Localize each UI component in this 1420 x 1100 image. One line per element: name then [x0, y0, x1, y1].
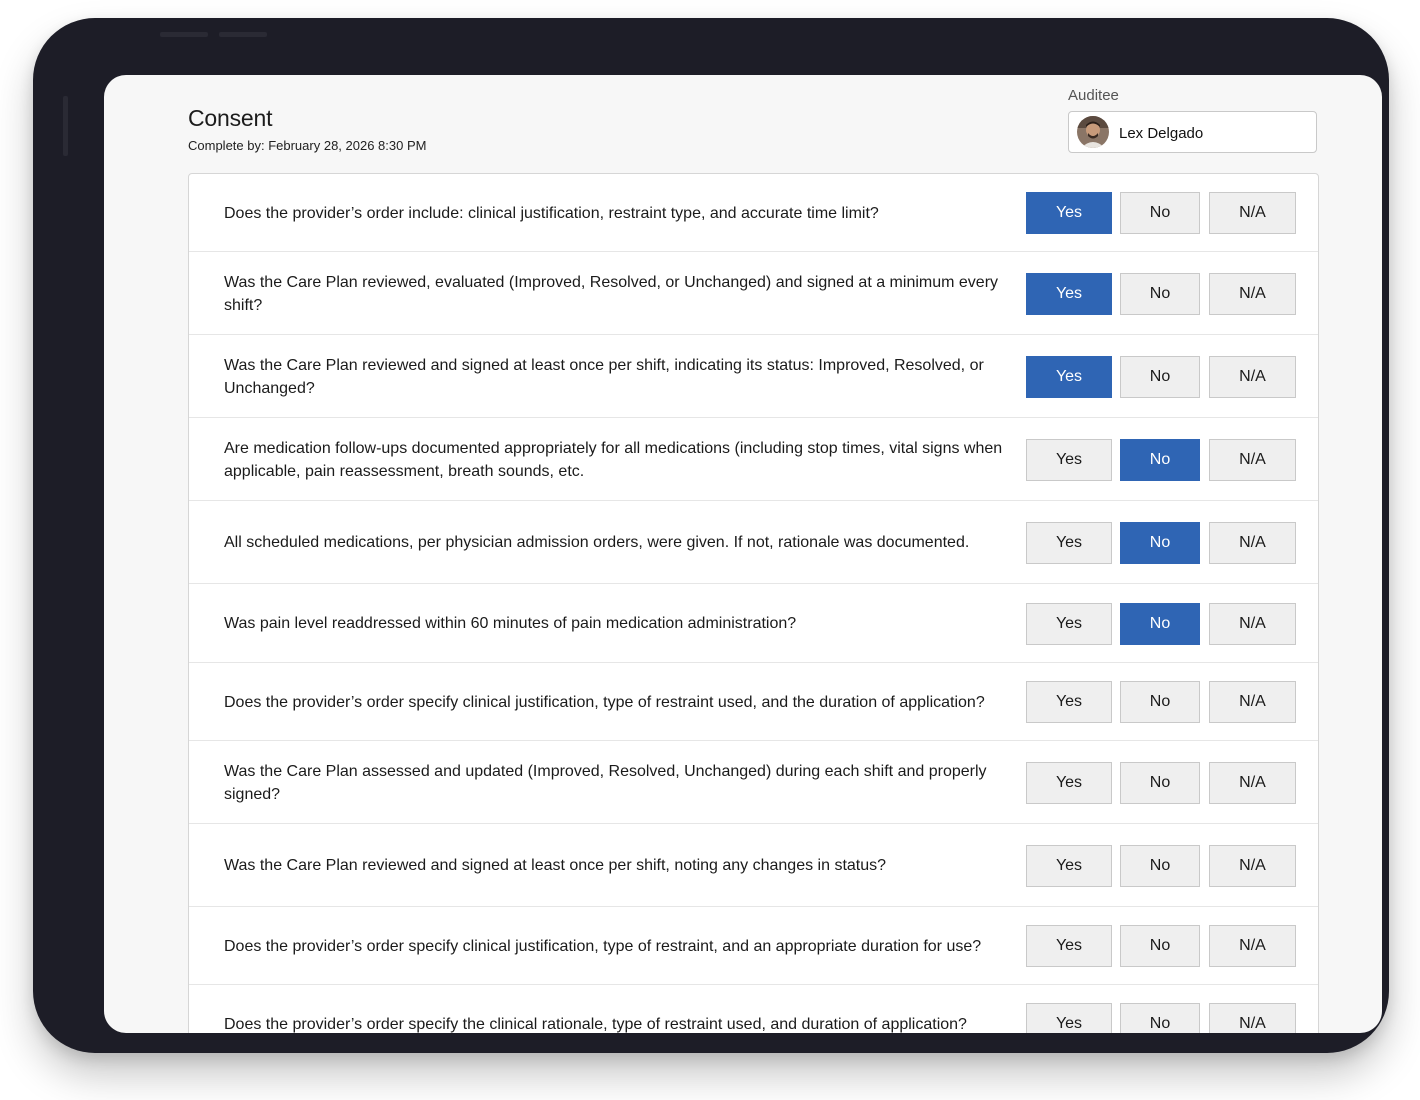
question-text: Are medication follow-ups documented app…: [224, 439, 1003, 480]
question-row: Does the provider’s order specify the cl…: [189, 985, 1318, 1033]
no-button[interactable]: No: [1120, 273, 1200, 315]
no-button[interactable]: No: [1120, 762, 1200, 804]
question-row: Does the provider’s order specify clinic…: [189, 907, 1318, 985]
question-text: All scheduled medications, per physician…: [224, 534, 970, 551]
question-row: Does the provider’s order include: clini…: [189, 174, 1318, 252]
question-list: Does the provider’s order include: clini…: [188, 173, 1319, 1033]
question-row: Was the Care Plan assessed and updated (…: [189, 741, 1318, 824]
no-button[interactable]: No: [1120, 845, 1200, 887]
question-row: Was the Care Plan reviewed and signed at…: [189, 824, 1318, 907]
question-text: Does the provider’s order specify clinic…: [224, 937, 982, 955]
question-row: All scheduled medications, per physician…: [189, 501, 1318, 584]
na-button[interactable]: N/A: [1209, 1003, 1296, 1033]
question-text: Does the provider’s order specify the cl…: [224, 1015, 967, 1033]
question-row: Was the Care Plan reviewed and signed at…: [189, 335, 1318, 418]
volume-button: [219, 32, 267, 37]
power-button: [63, 96, 68, 156]
question-text: Was the Care Plan reviewed, evaluated (I…: [224, 273, 999, 314]
question-row: Are medication follow-ups documented app…: [189, 418, 1318, 501]
volume-button: [160, 32, 208, 37]
na-button[interactable]: N/A: [1209, 762, 1296, 804]
yes-button[interactable]: Yes: [1026, 192, 1112, 234]
yes-button[interactable]: Yes: [1026, 522, 1112, 564]
na-button[interactable]: N/A: [1209, 925, 1296, 967]
auditee-name: Lex Delgado: [1119, 125, 1204, 142]
question-row: Does the provider’s order specify clinic…: [189, 663, 1318, 741]
na-button[interactable]: N/A: [1209, 522, 1296, 564]
yes-button[interactable]: Yes: [1026, 439, 1112, 481]
yes-button[interactable]: Yes: [1026, 845, 1112, 887]
na-button[interactable]: N/A: [1209, 681, 1296, 723]
yes-button[interactable]: Yes: [1026, 356, 1112, 398]
yes-button[interactable]: Yes: [1026, 1003, 1112, 1033]
na-button[interactable]: N/A: [1209, 439, 1296, 481]
auditee-label: Auditee: [1068, 87, 1119, 104]
page-header: Consent Complete by: February 28, 2026 8…: [104, 75, 1382, 175]
complete-by-text: Complete by: February 28, 2026 8:30 PM: [188, 138, 427, 153]
avatar: [1077, 116, 1109, 148]
question-text: Does the provider’s order include: clini…: [224, 204, 879, 222]
yes-button[interactable]: Yes: [1026, 925, 1112, 967]
no-button[interactable]: No: [1120, 439, 1200, 481]
yes-button[interactable]: Yes: [1026, 681, 1112, 723]
no-button[interactable]: No: [1120, 192, 1200, 234]
no-button[interactable]: No: [1120, 1003, 1200, 1033]
na-button[interactable]: N/A: [1209, 845, 1296, 887]
question-text: Was the Care Plan reviewed and signed at…: [224, 857, 887, 874]
screen: Consent Complete by: February 28, 2026 8…: [104, 75, 1382, 1033]
na-button[interactable]: N/A: [1209, 356, 1296, 398]
na-button[interactable]: N/A: [1209, 603, 1296, 645]
no-button[interactable]: No: [1120, 603, 1200, 645]
question-text: Was the Care Plan reviewed and signed at…: [224, 356, 984, 397]
na-button[interactable]: N/A: [1209, 273, 1296, 315]
auditee-selector[interactable]: Lex Delgado: [1068, 111, 1317, 153]
question-row: Was pain level readdressed within 60 min…: [189, 584, 1318, 663]
question-text: Was the Care Plan assessed and updated (…: [224, 762, 987, 803]
no-button[interactable]: No: [1120, 925, 1200, 967]
yes-button[interactable]: Yes: [1026, 603, 1112, 645]
yes-button[interactable]: Yes: [1026, 273, 1112, 315]
page-title: Consent: [188, 105, 273, 131]
tablet-frame: Consent Complete by: February 28, 2026 8…: [33, 18, 1389, 1053]
question-text: Does the provider’s order specify clinic…: [224, 693, 985, 711]
na-button[interactable]: N/A: [1209, 192, 1296, 234]
no-button[interactable]: No: [1120, 681, 1200, 723]
question-row: Was the Care Plan reviewed, evaluated (I…: [189, 252, 1318, 335]
question-text: Was pain level readdressed within 60 min…: [224, 615, 797, 632]
no-button[interactable]: No: [1120, 356, 1200, 398]
no-button[interactable]: No: [1120, 522, 1200, 564]
yes-button[interactable]: Yes: [1026, 762, 1112, 804]
